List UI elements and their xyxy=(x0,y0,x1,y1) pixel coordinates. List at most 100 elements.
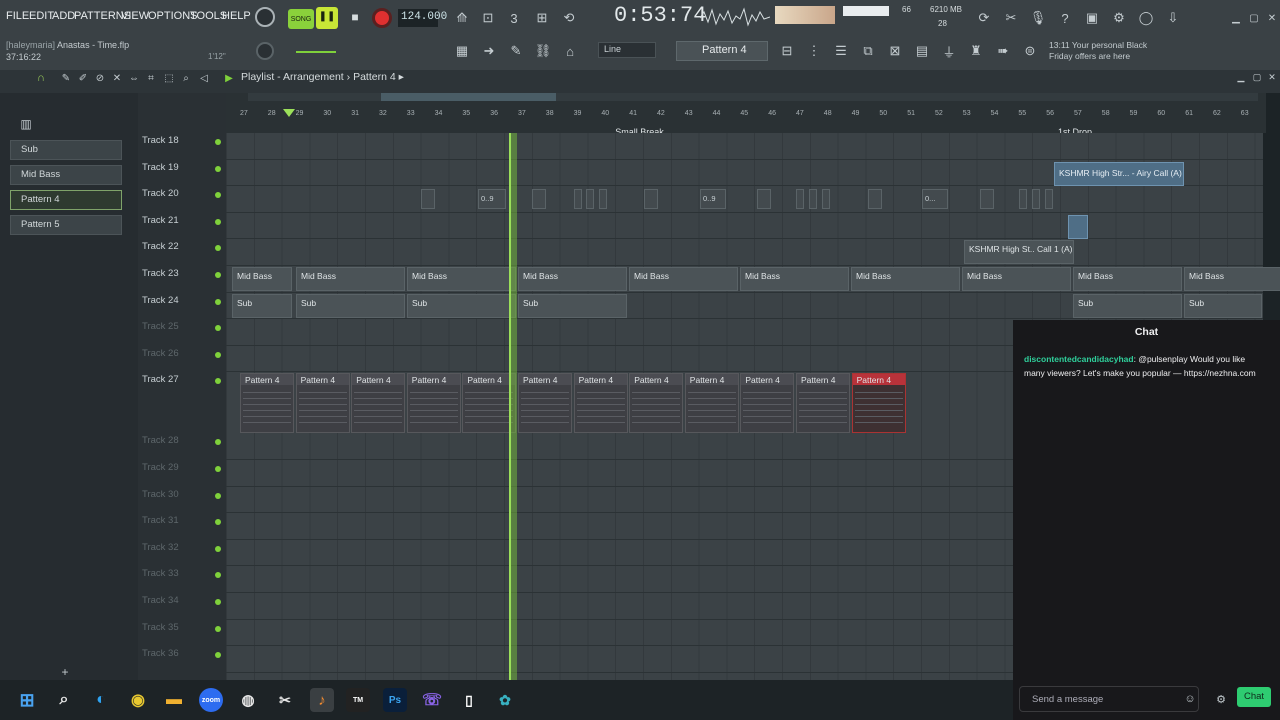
track-mute-led[interactable] xyxy=(215,165,221,172)
clip-call[interactable]: KSHMR High St.. Call 1 (A) xyxy=(964,240,1074,265)
stamp-icon[interactable]: ⌂ xyxy=(559,40,581,62)
clip-mid-bass[interactable]: Mid Bass xyxy=(1073,267,1182,291)
chat-settings-icon[interactable]: ⚙ xyxy=(1210,688,1232,710)
clip-pattern-4[interactable]: Pattern 4 xyxy=(851,373,906,434)
track-mute-led[interactable] xyxy=(215,466,221,472)
clip-mid-bass[interactable]: Mid Bass xyxy=(629,267,738,291)
song-mode-toggle[interactable]: SONG xyxy=(288,9,314,29)
pattern-selector[interactable]: Pattern 4 xyxy=(676,41,768,61)
clip-pattern-4[interactable]: Pattern 4 xyxy=(684,373,739,434)
fl-studio-icon[interactable]: ♪ xyxy=(310,688,334,712)
clip-mid-bass[interactable]: Mid Bass xyxy=(296,267,405,291)
undo-icon[interactable]: ⟳ xyxy=(973,7,995,29)
channel-rack-icon[interactable]: ⋮ xyxy=(803,40,825,62)
track-lane[interactable] xyxy=(226,133,1263,160)
track-name[interactable]: Track 19 xyxy=(142,162,179,173)
clip-slice[interactable]: 0..9 xyxy=(700,189,726,210)
clip-slice[interactable] xyxy=(868,189,882,210)
clip-airy-call[interactable]: KSHMR High Str... - Airy Call (A) xyxy=(1054,161,1184,186)
track-name[interactable]: Track 21 xyxy=(142,215,179,226)
track-mute-led[interactable] xyxy=(215,325,221,332)
track-name[interactable]: Track 34 xyxy=(142,595,179,606)
track-mute-led[interactable] xyxy=(215,625,221,632)
clip-slice[interactable] xyxy=(796,189,804,210)
clip-slice[interactable]: 0... xyxy=(922,189,948,210)
clip-mid-bass[interactable]: Mid Bass xyxy=(518,267,627,291)
clip-slice[interactable] xyxy=(421,189,435,210)
play-button[interactable]: ❚❚ xyxy=(316,7,338,29)
clip-slice[interactable] xyxy=(599,189,607,210)
track-name[interactable]: Track 22 xyxy=(142,241,179,252)
menu-add[interactable]: ADD xyxy=(52,10,75,22)
metronome-icon[interactable]: ⟰ xyxy=(451,7,473,29)
track-mute-led[interactable] xyxy=(215,245,221,252)
clip-pattern-4[interactable]: Pattern 4 xyxy=(740,373,795,434)
promo-news[interactable]: 13:11 Your personal Black Friday offers … xyxy=(1049,40,1147,62)
windows-start-icon[interactable]: ⊞ xyxy=(15,688,39,712)
clip-sub[interactable]: Sub xyxy=(518,293,627,318)
playhead[interactable] xyxy=(509,133,517,680)
davinci-icon[interactable]: ✿ xyxy=(493,688,517,712)
clip-sample[interactable] xyxy=(1068,214,1088,239)
chat-bubble-icon[interactable]: ◯ xyxy=(1135,7,1157,29)
chrome-icon[interactable]: ◉ xyxy=(126,688,150,712)
clip-mid-bass[interactable]: Mid Bass xyxy=(407,267,516,291)
clip-slice[interactable] xyxy=(980,189,994,210)
track-name[interactable]: Track 36 xyxy=(142,648,179,659)
track-name[interactable]: Track 18 xyxy=(142,135,179,146)
render-icon[interactable]: ➠ xyxy=(992,40,1014,62)
clip-slice[interactable]: 0..9 xyxy=(478,189,506,210)
record-button[interactable] xyxy=(372,8,392,28)
track-name[interactable]: Track 24 xyxy=(142,295,179,306)
clip-mid-bass[interactable]: Mid Bass xyxy=(232,267,292,291)
clip-sub[interactable]: Sub xyxy=(1184,293,1262,318)
link-icon[interactable]: ⛓ xyxy=(532,40,554,62)
piano-roll-icon[interactable]: ▦ xyxy=(451,40,473,62)
save-icon[interactable]: ▣ xyxy=(1081,7,1103,29)
track-name[interactable]: Track 30 xyxy=(142,489,179,500)
plug-icon[interactable]: ⏚ xyxy=(938,40,960,62)
stop-button[interactable]: ■ xyxy=(344,7,366,29)
pitch-knob[interactable] xyxy=(256,42,274,60)
timeline-ruler[interactable]: 27 28 29 30 31 32 33 34 35 36 37 38 39 40 41 42 43 44 45 46… xyxy=(226,93,1266,137)
arrow-icon[interactable]: ➜ xyxy=(478,40,500,62)
settings-icon[interactable]: ⚙ xyxy=(1108,7,1130,29)
clip-pattern-4[interactable]: Pattern 4 xyxy=(351,373,406,434)
chat-send-button[interactable]: Chat xyxy=(1237,687,1271,707)
track-name[interactable]: Track 31 xyxy=(142,515,179,526)
picker-item-sub[interactable]: Sub xyxy=(10,140,122,160)
clip-slice[interactable] xyxy=(1019,189,1027,210)
track-mute-led[interactable] xyxy=(215,272,221,278)
master-volume-knob[interactable] xyxy=(255,7,275,27)
clip-pattern-4[interactable]: Pattern 4 xyxy=(573,373,628,434)
track-mute-led[interactable] xyxy=(215,351,221,358)
track-name[interactable]: Track 23 xyxy=(142,268,179,279)
clip-pattern-4[interactable]: Pattern 4 xyxy=(518,373,572,434)
countdown-icon[interactable]: 3 xyxy=(503,7,525,29)
track-name[interactable]: Track 27 xyxy=(142,374,179,385)
clip-sub[interactable]: Sub xyxy=(1073,293,1182,318)
clip-pattern-4[interactable]: Pattern 4 xyxy=(406,373,461,434)
close-icon[interactable]: ✕ xyxy=(1261,7,1280,29)
snap-selector[interactable]: Line xyxy=(598,42,656,58)
clip-mid-bass[interactable]: Mid Bass xyxy=(851,267,960,291)
track-mute-led[interactable] xyxy=(215,378,221,385)
clip-sub[interactable]: Sub xyxy=(407,293,516,318)
piano-icon[interactable]: ▥ xyxy=(15,113,37,135)
clip-mid-bass[interactable]: Mid Bass xyxy=(962,267,1071,291)
track-mute-led[interactable] xyxy=(215,492,221,499)
track-mute-led[interactable] xyxy=(215,599,221,605)
mixer-icon[interactable]: ⊟ xyxy=(776,40,798,62)
plugin-icon[interactable]: ⧉ xyxy=(857,40,879,62)
clip-pattern-4[interactable]: Pattern 4 xyxy=(295,373,350,434)
emote-icon[interactable]: ☺ xyxy=(1179,688,1201,710)
track-name[interactable]: Track 20 xyxy=(142,188,179,199)
menu-edit[interactable]: EDIT xyxy=(29,10,54,22)
clip-slice[interactable] xyxy=(1032,189,1040,210)
store-icon[interactable]: ⊜ xyxy=(1019,40,1041,62)
clip-slice[interactable] xyxy=(757,189,771,210)
track-mute-led[interactable] xyxy=(215,439,221,446)
clip-mid-bass[interactable]: Mid Bass xyxy=(740,267,849,291)
track-mute-led[interactable] xyxy=(215,545,221,552)
mic-icon[interactable]: 🎙 xyxy=(1027,7,1049,29)
